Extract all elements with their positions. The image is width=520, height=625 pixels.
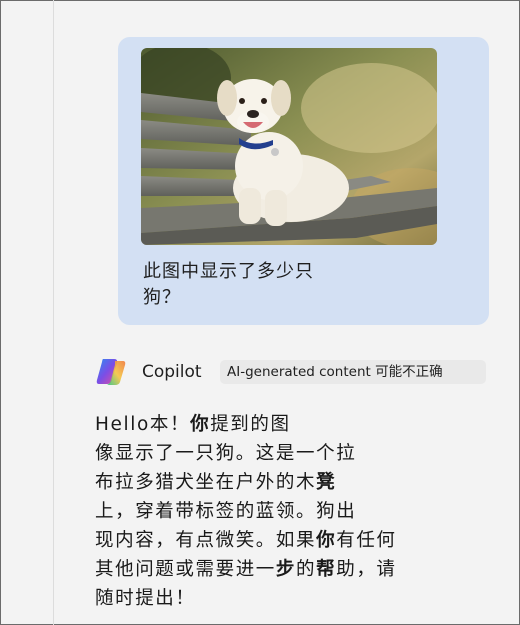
- response-text: Hello本！: [95, 414, 191, 435]
- response-text: 有任何: [336, 530, 397, 551]
- response-line: 上，穿着带标签的蓝领。狗出: [95, 501, 357, 522]
- response-line: 其他问题或需要进一步的帮助，请: [95, 555, 415, 584]
- response-text: 的: [296, 559, 317, 580]
- user-message-text: 此图中显示了多少只 狗？: [143, 259, 383, 311]
- response-line: 布拉多猎犬坐在户外的木凳: [95, 468, 415, 497]
- copilot-logo-icon: [96, 359, 126, 385]
- response-bold-text: 凳: [316, 472, 337, 493]
- response-bold-text: 帮: [316, 559, 337, 580]
- assistant-name: Copilot: [142, 362, 202, 382]
- sidebar-divider: [53, 0, 54, 625]
- response-line: 随时提出！: [95, 588, 196, 609]
- response-line: 现内容，有点微笑。如果你有任何: [95, 526, 415, 555]
- response-line: Hello本！你提到的图: [95, 410, 415, 439]
- response-bold-text: 你: [316, 530, 337, 551]
- response-line: 像显示了一只狗。这是一个拉: [95, 443, 357, 464]
- response-text: 现内容，有点微笑。如果: [95, 530, 317, 551]
- response-text: 其他问题或需要进一: [95, 559, 276, 580]
- response-text: 助，请: [336, 559, 397, 580]
- response-bold-text: 步: [275, 559, 297, 580]
- response-text: 提到的图: [210, 414, 291, 435]
- assistant-response: Hello本！你提到的图 像显示了一只狗。这是一个拉 布拉多猎犬坐在户外的木凳 …: [95, 410, 415, 613]
- response-text: 布拉多猎犬坐在户外的木: [95, 472, 317, 493]
- user-message-bubble: 此图中显示了多少只 狗？: [118, 37, 489, 325]
- ai-content-disclaimer-badge: AI-generated content 可能不正确: [220, 360, 486, 384]
- assistant-header: Copilot AI-generated content 可能不正确: [94, 354, 494, 390]
- user-message-line: 此图中显示了多少只: [143, 261, 314, 282]
- response-bold-text: 你: [190, 414, 211, 435]
- dog-on-bench-photo[interactable]: [141, 48, 437, 245]
- user-message-line: 狗？: [143, 287, 181, 308]
